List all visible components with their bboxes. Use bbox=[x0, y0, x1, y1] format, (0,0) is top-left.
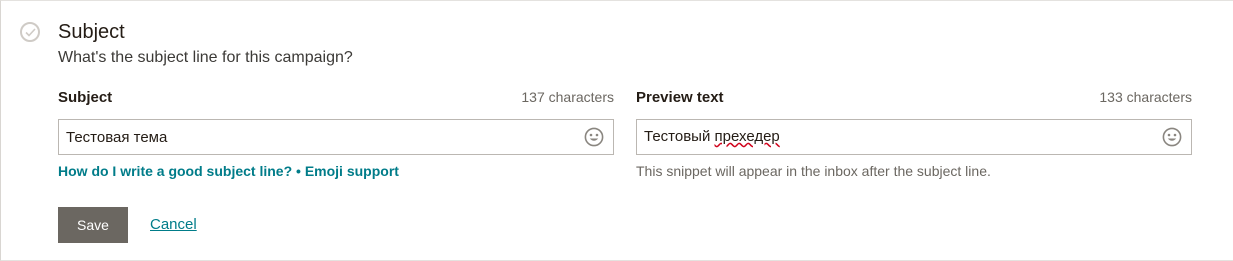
preview-text-input[interactable]: Тестовый прехедер bbox=[636, 119, 1192, 155]
preview-text-help: This snippet will appear in the inbox af… bbox=[636, 163, 991, 179]
preview-text-word-2: прехедер bbox=[714, 128, 780, 145]
emoji-support-link[interactable]: Emoji support bbox=[305, 163, 399, 179]
preview-text-word-1: Тестовый bbox=[644, 128, 711, 145]
subject-help-link[interactable]: How do I write a good subject line? bbox=[58, 163, 292, 179]
subject-input[interactable] bbox=[59, 120, 579, 154]
section-title: Subject bbox=[58, 21, 125, 43]
subject-char-count: 137 characters bbox=[521, 89, 614, 105]
preview-text-char-count: 133 characters bbox=[1099, 89, 1192, 105]
save-button[interactable]: Save bbox=[58, 207, 128, 243]
smiley-face-icon[interactable] bbox=[584, 127, 604, 147]
subject-label: Subject bbox=[58, 89, 113, 106]
cancel-link[interactable]: Cancel bbox=[150, 216, 197, 233]
smiley-face-icon[interactable] bbox=[1162, 127, 1182, 147]
subject-help-links: How do I write a good subject line? • Em… bbox=[58, 162, 399, 180]
help-separator: • bbox=[296, 163, 301, 179]
subject-section: Subject What's the subject line for this… bbox=[0, 0, 1233, 261]
preview-text-value: Тестовый прехедер bbox=[644, 128, 780, 145]
preview-text-label: Preview text bbox=[636, 89, 724, 106]
subject-input-box bbox=[58, 119, 614, 155]
checkmark-circle-icon bbox=[20, 22, 40, 42]
section-subtitle: What's the subject line for this campaig… bbox=[58, 49, 353, 66]
